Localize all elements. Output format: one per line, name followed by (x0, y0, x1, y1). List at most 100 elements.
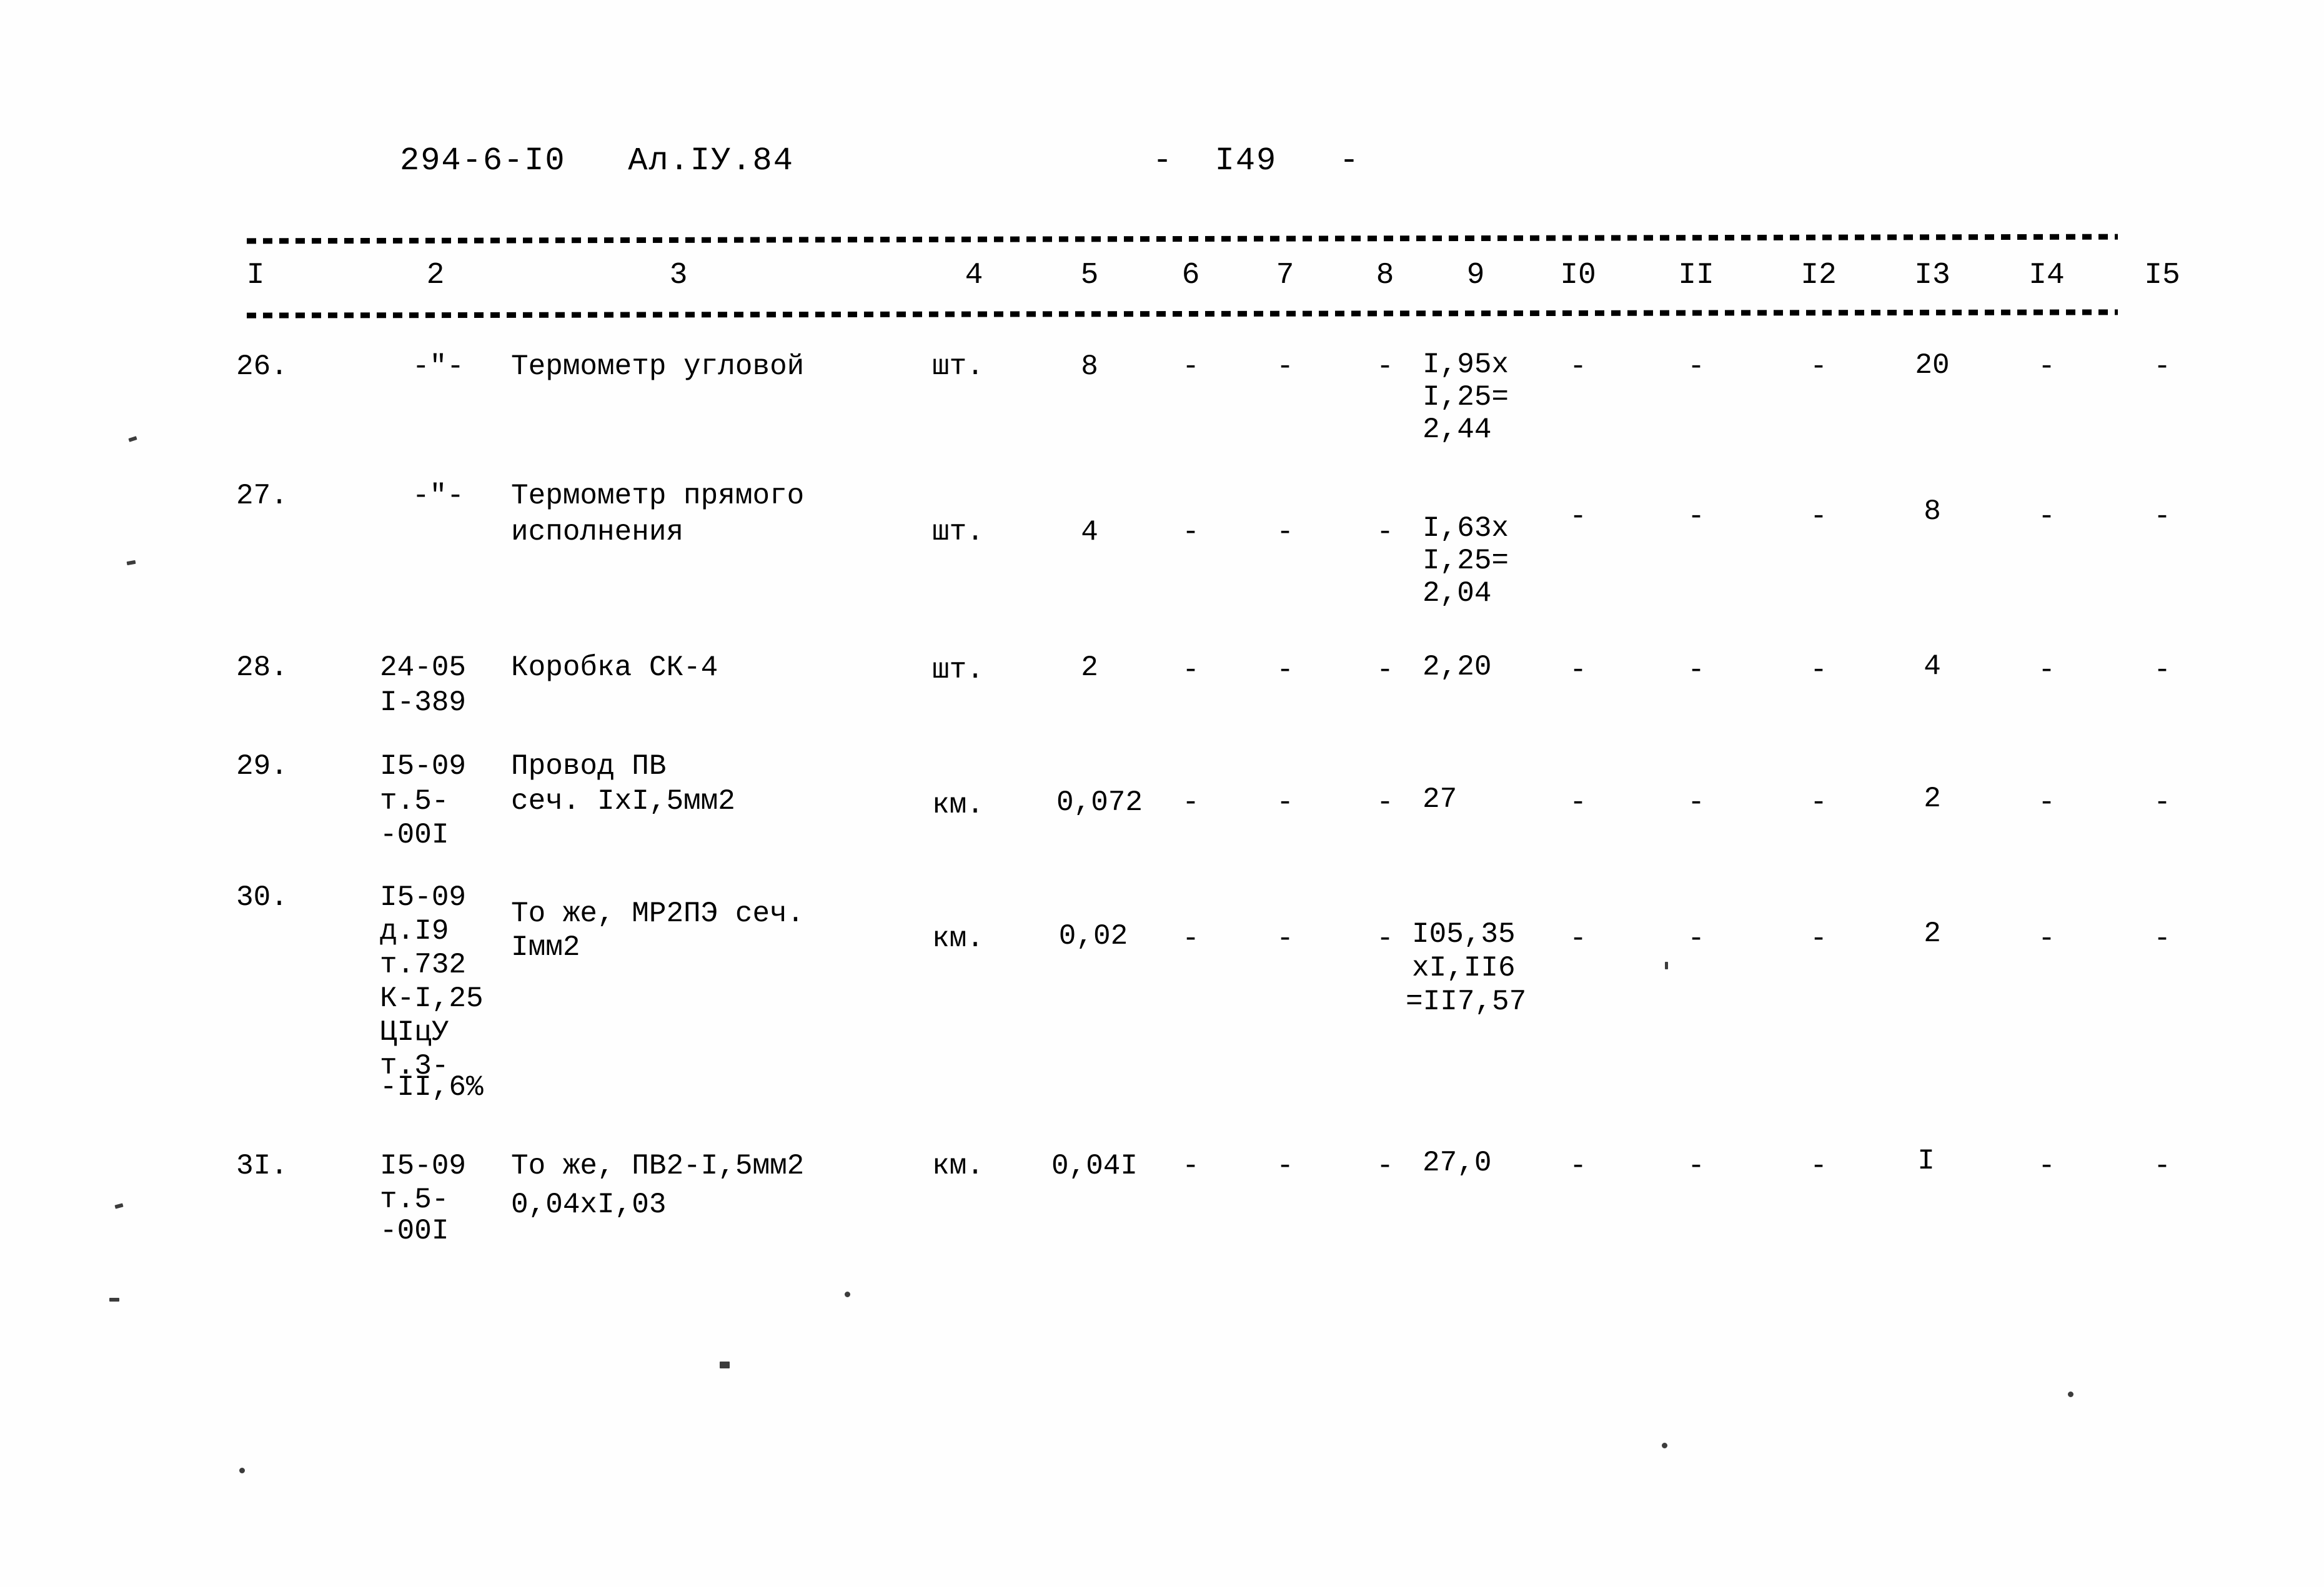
row-col10: - (1569, 500, 1587, 533)
row-code-line3: -00I (380, 819, 449, 851)
row-col15: - (2153, 350, 2171, 383)
row-col14: - (2038, 500, 2055, 533)
row-col7: - (1276, 350, 1294, 383)
scan-speck (239, 1468, 245, 1473)
row-name-line2: исполнения (511, 516, 684, 548)
row-col10: - (1569, 922, 1587, 955)
column-header-13: I3 (1914, 259, 1950, 292)
column-header-15: I5 (2144, 259, 2180, 292)
row-col9-line1: I05,35 (1412, 918, 1516, 951)
row-col6: - (1182, 786, 1199, 819)
row-col8: - (1376, 1150, 1394, 1182)
row-number: 27. (236, 480, 288, 512)
row-qty: 2 (1081, 651, 1098, 684)
row-col14: - (2038, 922, 2055, 955)
table-rule-top (246, 234, 2118, 244)
scan-speck (126, 560, 136, 566)
row-col8: - (1376, 654, 1394, 686)
row-col6: - (1182, 1150, 1199, 1182)
row-col13: 4 (1924, 650, 1941, 683)
row-unit: шт. (932, 516, 984, 548)
row-unit: шт. (932, 654, 984, 686)
column-header-4: 4 (965, 259, 983, 292)
row-col15: - (2153, 654, 2171, 686)
document-header: 294-6-I0 Ал.IУ.84 - I49 - (0, 142, 2324, 186)
column-header-1: I (246, 259, 265, 292)
column-header-8: 8 (1376, 259, 1394, 292)
row-col12: - (1810, 654, 1827, 686)
row-name-line1: Провод ПВ (511, 750, 667, 783)
row-code-line4: К-I,25 (380, 982, 484, 1015)
row-col13: 8 (1924, 495, 1941, 528)
row-col7: - (1276, 922, 1294, 955)
row-col9-line1: 27,0 (1423, 1147, 1492, 1179)
row-col6: - (1182, 516, 1199, 548)
row-code: -"- (412, 350, 464, 383)
row-col9-line1: 2,20 (1423, 651, 1492, 683)
scan-speck (1665, 962, 1668, 969)
row-code-line2: т.5- (380, 785, 449, 818)
row-qty: 0,072 (1056, 786, 1143, 819)
row-col7: - (1276, 654, 1294, 686)
row-col9-line2: xI,II6 (1412, 952, 1516, 984)
column-header-3: 3 (669, 259, 688, 292)
row-number: 29. (236, 750, 288, 783)
row-col10: - (1569, 654, 1587, 686)
column-header-9: 9 (1466, 259, 1485, 292)
row-col9-line2: I,25= (1423, 545, 1509, 577)
row-col14: - (2038, 654, 2055, 686)
row-col14: - (2038, 350, 2055, 383)
row-name-line1: Термометр угловой (511, 350, 805, 383)
row-name-line2: 0,04xI,03 (511, 1189, 667, 1221)
row-col11: - (1687, 350, 1705, 383)
row-col15: - (2153, 500, 2171, 533)
row-name-line1: Термометр прямого (511, 480, 805, 512)
row-col8: - (1376, 922, 1394, 955)
row-col11: - (1687, 500, 1705, 533)
page-number: - I49 - (1153, 142, 1361, 179)
document-code: 294-6-I0 Ал.IУ.84 (400, 142, 794, 179)
row-number: 3I. (236, 1150, 288, 1182)
row-code-line2: I-389 (380, 686, 467, 719)
scan-speck (1662, 1443, 1667, 1448)
column-header-5: 5 (1080, 259, 1099, 292)
row-col11: - (1687, 654, 1705, 686)
row-code-line7: -II,6% (380, 1071, 484, 1104)
row-col7: - (1276, 516, 1294, 548)
row-code-line2: д.I9 (380, 915, 449, 947)
row-col15: - (2153, 1150, 2171, 1182)
row-qty: 8 (1081, 350, 1098, 383)
row-col9-line2: I,25= (1423, 381, 1509, 413)
row-col9-line3: 2,44 (1423, 413, 1492, 446)
row-col8: - (1376, 350, 1394, 383)
row-name-line2: сеч. IxI,5мм2 (511, 785, 735, 818)
row-name-line2: Iмм2 (511, 931, 580, 964)
column-header-14: I4 (2029, 259, 2065, 292)
row-col13: I (1917, 1145, 1935, 1177)
row-number: 30. (236, 881, 288, 914)
row-col13: 20 (1915, 349, 1950, 382)
row-code: -"- (412, 480, 464, 512)
row-col8: - (1376, 516, 1394, 548)
row-col6: - (1182, 654, 1199, 686)
row-col9-line1: I,63x (1423, 512, 1509, 545)
row-col6: - (1182, 922, 1199, 955)
row-code-line1: 24-05 (380, 651, 467, 684)
row-col15: - (2153, 922, 2171, 955)
row-qty: 0,02 (1058, 920, 1128, 952)
row-col9-line3: =II7,57 (1406, 986, 1527, 1018)
row-col10: - (1569, 786, 1587, 819)
row-col8: - (1376, 786, 1394, 819)
row-name-line1: То же, ПВ2-I,5мм2 (511, 1150, 805, 1182)
row-col13: 2 (1924, 917, 1941, 950)
row-col7: - (1276, 786, 1294, 819)
row-col10: - (1569, 1150, 1587, 1182)
row-name-line1: Коробка СК-4 (511, 651, 718, 684)
row-col12: - (1810, 786, 1827, 819)
row-col11: - (1687, 786, 1705, 819)
row-code-line1: I5-09 (380, 881, 467, 914)
row-col12: - (1810, 500, 1827, 533)
row-col14: - (2038, 1150, 2055, 1182)
row-unit: км. (932, 789, 984, 821)
row-code-line1: I5-09 (380, 1150, 467, 1182)
